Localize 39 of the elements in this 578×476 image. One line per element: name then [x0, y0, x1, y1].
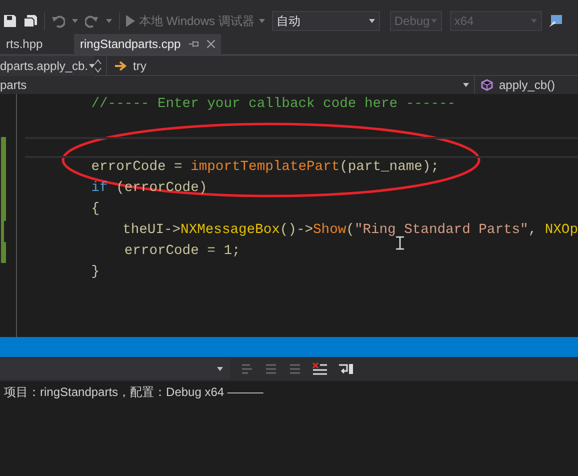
- caret-icon: [216, 366, 224, 372]
- code-line: {: [90, 201, 100, 220]
- previous-message-icon[interactable]: [264, 362, 278, 376]
- solution-config-dropdown[interactable]: 自动: [272, 11, 380, 31]
- code-line: errorCode = importTemplatePart(part_name);: [90, 159, 439, 178]
- attach-icon[interactable]: [548, 13, 564, 29]
- file-tab[interactable]: ringStandparts.cpp: [74, 34, 221, 54]
- caret-icon: [368, 18, 376, 24]
- caret-icon[interactable]: [71, 18, 79, 24]
- project-dropdown[interactable]: parts: [0, 75, 474, 95]
- spin-arrows-icon[interactable]: [94, 58, 102, 74]
- arrow-icon: [115, 60, 127, 70]
- caret-icon[interactable]: [105, 18, 113, 24]
- clear-all-icon[interactable]: [312, 362, 328, 376]
- code-line: errorCode = 1;: [123, 243, 240, 262]
- caret-icon: [430, 18, 438, 24]
- redo-icon[interactable]: [85, 14, 99, 28]
- text-cursor-icon: [396, 236, 404, 250]
- code-line: theUI->NXMessageBox()->Show("Ring Standard Parts", NXOp: [122, 222, 578, 240]
- close-icon[interactable]: [206, 40, 215, 48]
- caret-icon: [530, 18, 538, 24]
- find-message-icon[interactable]: [240, 362, 254, 376]
- save-all-icon[interactable]: [23, 14, 38, 28]
- code-line: //----- Enter your callback code here ------: [90, 96, 456, 114]
- file-tab[interactable]: rts.hpp: [0, 34, 60, 54]
- caret-icon: [258, 18, 266, 24]
- caret-icon: [462, 82, 470, 88]
- cube-icon: [481, 79, 493, 91]
- next-message-icon[interactable]: [288, 362, 302, 376]
- save-icon[interactable]: [3, 14, 17, 28]
- scope-dropdown[interactable]: dparts.apply_cb.: [0, 56, 94, 76]
- word-wrap-icon[interactable]: [338, 362, 354, 376]
- pin-icon[interactable]: [188, 40, 199, 48]
- caret-icon: [88, 62, 96, 68]
- output-text: 项目：ringStandparts，配置：Debug x64 ———: [4, 384, 264, 401]
- member-name[interactable]: try: [133, 56, 146, 74]
- code-line: }: [90, 264, 100, 282]
- play-icon: [126, 15, 135, 27]
- undo-icon[interactable]: [51, 14, 65, 28]
